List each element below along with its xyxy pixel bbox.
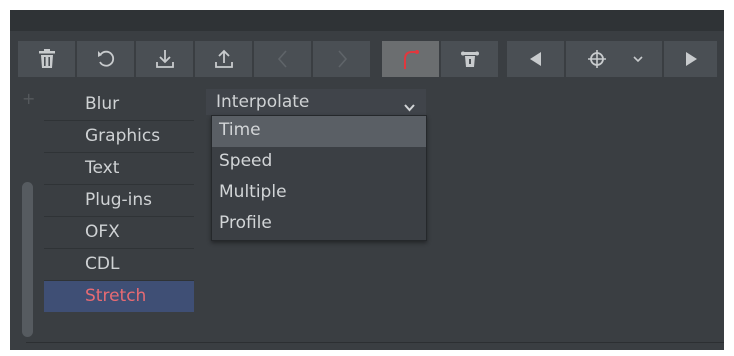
- undo-icon: [272, 48, 294, 70]
- curve-button[interactable]: [382, 41, 439, 77]
- chevron-down-icon[interactable]: [632, 53, 644, 65]
- sidebar-item-plug-ins[interactable]: Plug-ins: [44, 185, 194, 217]
- export-icon: [213, 48, 235, 70]
- menu-item-multiple[interactable]: Multiple: [212, 178, 426, 209]
- interpolate-menu: Time Speed Multiple Profile: [211, 115, 427, 241]
- import-icon: [154, 48, 176, 70]
- title-bar: [10, 10, 724, 31]
- reset-button[interactable]: [77, 41, 134, 77]
- interpolate-label: Interpolate: [216, 92, 310, 112]
- back-button[interactable]: [254, 41, 311, 77]
- target-keyframe-button[interactable]: [566, 41, 662, 77]
- inspector-panel: + Blur Graphics Text Plug-ins OFX CDL St…: [10, 89, 724, 350]
- forward-button[interactable]: [313, 41, 370, 77]
- sidebar-item-blur[interactable]: Blur: [44, 89, 194, 121]
- menu-item-profile[interactable]: Profile: [212, 209, 426, 240]
- toolbar: [10, 31, 724, 89]
- next-keyframe-icon: [681, 49, 701, 69]
- keyframe-lock-button[interactable]: [441, 41, 498, 77]
- crosshair-icon: [587, 49, 607, 69]
- menu-item-speed[interactable]: Speed: [212, 147, 426, 178]
- scrollbar[interactable]: [22, 182, 33, 337]
- redo-icon: [331, 48, 353, 70]
- curve-icon: [399, 47, 423, 71]
- divider: [26, 342, 724, 343]
- interpolate-dropdown[interactable]: Interpolate: [206, 89, 426, 115]
- prev-keyframe-button[interactable]: [507, 41, 564, 77]
- previous-keyframe-icon: [526, 49, 546, 69]
- sidebar-item-stretch[interactable]: Stretch: [44, 281, 194, 312]
- menu-item-time[interactable]: Time: [212, 116, 426, 147]
- sidebar-item-cdl[interactable]: CDL: [44, 249, 194, 281]
- export-button[interactable]: [195, 41, 252, 77]
- sidebar-item-graphics[interactable]: Graphics: [44, 121, 194, 153]
- app-window: + Blur Graphics Text Plug-ins OFX CDL St…: [10, 10, 724, 350]
- trash-icon: [36, 48, 58, 70]
- add-icon[interactable]: +: [22, 91, 35, 107]
- keyframe-lock-icon: [459, 48, 481, 70]
- sidebar-item-ofx[interactable]: OFX: [44, 217, 194, 249]
- sidebar-item-text[interactable]: Text: [44, 153, 194, 185]
- next-keyframe-button[interactable]: [664, 41, 717, 77]
- reset-icon: [95, 48, 117, 70]
- category-list: Blur Graphics Text Plug-ins OFX CDL Stre…: [44, 89, 194, 312]
- delete-button[interactable]: [18, 41, 75, 77]
- import-button[interactable]: [136, 41, 193, 77]
